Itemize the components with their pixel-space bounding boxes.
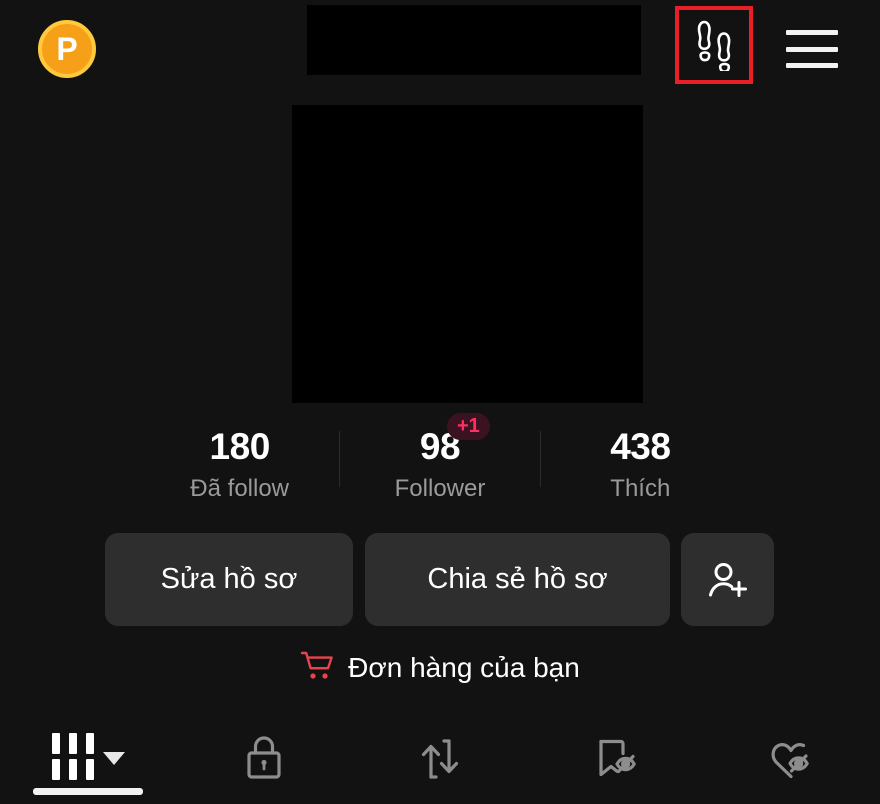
shopping-cart-icon <box>300 650 334 687</box>
stat-likes[interactable]: 438 Thích <box>541 425 740 506</box>
stat-label: Đã follow <box>190 475 290 502</box>
share-profile-button[interactable]: Chia sẻ hồ sơ <box>365 533 670 626</box>
active-tab-underline <box>33 788 143 795</box>
edit-profile-button[interactable]: Sửa hồ sơ <box>105 533 353 626</box>
your-orders-label: Đơn hàng của bạn <box>348 652 580 683</box>
hamburger-menu-icon[interactable] <box>786 30 838 68</box>
tab-saved-hidden[interactable] <box>528 722 704 804</box>
header: P <box>0 0 880 100</box>
share-profile-label: Chia sẻ hồ sơ <box>427 563 608 595</box>
username-redacted-block <box>307 5 641 75</box>
hamburger-line <box>786 46 838 52</box>
profile-screen: P 180 Đã follow +1 98 Follower 438 Thích… <box>0 0 880 804</box>
chevron-down-icon[interactable] <box>102 752 125 765</box>
grid-posts-icon <box>51 733 94 780</box>
profile-stats: 180 Đã follow +1 98 Follower 438 Thích <box>140 413 740 520</box>
add-person-icon[interactable] <box>681 533 774 626</box>
coin-p-icon[interactable]: P <box>38 20 96 78</box>
lock-icon <box>242 733 286 788</box>
stat-followers[interactable]: +1 98 Follower <box>340 413 539 506</box>
status-badge: +1 <box>446 413 490 440</box>
profile-actions: Sửa hồ sơ Chia sẻ hồ sơ <box>105 533 775 626</box>
footprints-icon[interactable] <box>675 6 753 84</box>
tab-posts-grid[interactable] <box>0 722 176 804</box>
tab-private[interactable] <box>176 722 352 804</box>
stat-value: 180 <box>209 426 271 467</box>
hamburger-line <box>786 30 838 35</box>
hamburger-line <box>786 63 838 68</box>
profile-photo-redacted-block <box>292 105 643 403</box>
heart-eye-off-icon <box>767 733 817 788</box>
coin-badge-letter: P <box>56 31 78 67</box>
stat-label: Thích <box>610 475 671 502</box>
repost-arrows-icon <box>418 733 462 790</box>
stat-label: Follower <box>394 475 486 502</box>
stat-following[interactable]: 180 Đã follow <box>140 425 339 506</box>
stat-value: 438 <box>610 426 671 467</box>
profile-tab-bar <box>0 722 880 804</box>
tab-liked-hidden[interactable] <box>704 722 880 804</box>
tab-reposts[interactable] <box>352 722 528 804</box>
edit-profile-label: Sửa hồ sơ <box>160 563 298 595</box>
your-orders-link[interactable]: Đơn hàng của bạn <box>0 640 880 696</box>
bookmark-eye-off-icon <box>593 733 639 788</box>
